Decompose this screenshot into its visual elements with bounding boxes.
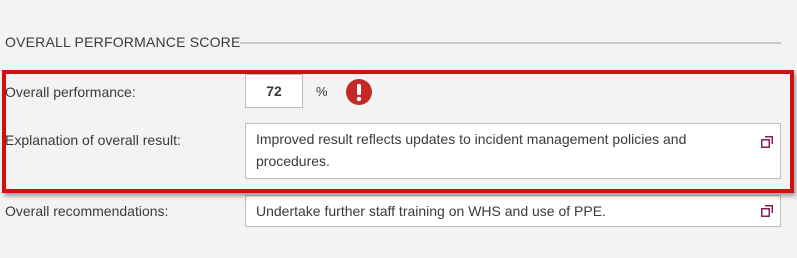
explanation-text: Improved result reflects updates to inci… [256,131,687,169]
section-divider [240,42,781,44]
overall-performance-input[interactable]: 72 [245,74,303,108]
percent-unit: % [316,84,328,99]
overall-performance-label: Overall performance: [5,84,136,100]
expand-icon[interactable] [761,205,773,217]
explanation-label: Explanation of overall result: [5,132,181,148]
section-title: OVERALL PERFORMANCE SCORE [5,34,241,50]
overall-performance-panel: OVERALL PERFORMANCE SCORE Overall perfor… [0,0,797,258]
recommendations-text: Undertake further staff training on WHS … [256,203,606,219]
recommendations-label: Overall recommendations: [5,203,169,219]
expand-icon[interactable] [761,136,773,148]
explanation-textarea[interactable]: Improved result reflects updates to inci… [245,123,781,179]
exclamation-circle-icon [346,79,372,105]
recommendations-textarea[interactable]: Undertake further staff training on WHS … [245,195,781,227]
